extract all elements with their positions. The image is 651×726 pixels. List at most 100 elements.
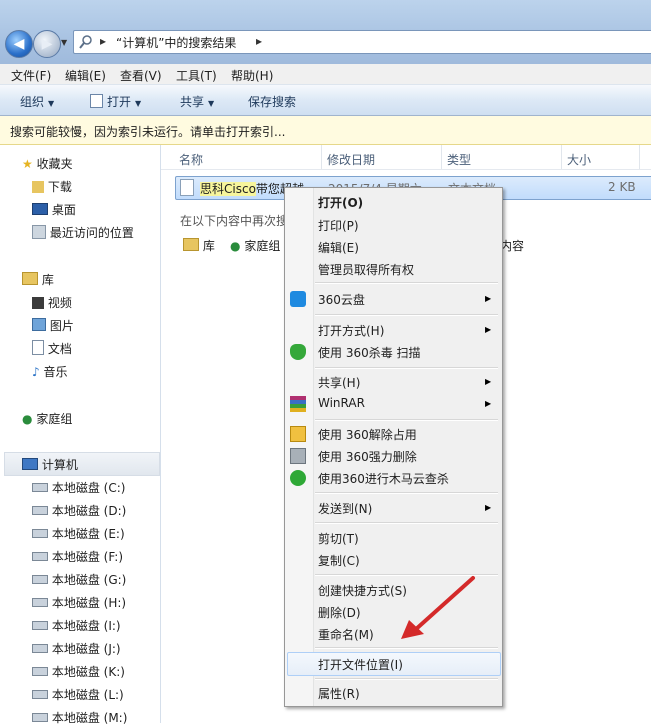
nav-libraries[interactable]: 库	[22, 271, 54, 288]
nav-recent-places[interactable]: 最近访问的位置	[32, 224, 134, 241]
drive-label: 本地磁盘 (I:)	[51, 619, 121, 633]
nav-drive-c[interactable]: 本地磁盘 (C:)	[32, 479, 125, 496]
ctx-delete[interactable]: 删除(D)	[318, 604, 361, 621]
ctx-360-shred[interactable]: 使用 360强力删除	[318, 448, 417, 465]
text-file-icon	[180, 179, 194, 196]
nav-videos[interactable]: 视频	[32, 294, 72, 311]
chevron-down-icon: ▼	[48, 99, 55, 108]
ctx-open-with[interactable]: 打开方式(H)	[318, 322, 384, 339]
ctx-360-unlock[interactable]: 使用 360解除占用	[318, 426, 417, 443]
column-divider[interactable]	[561, 145, 562, 169]
menu-help[interactable]: 帮助(H)	[231, 67, 273, 84]
drive-label: 本地磁盘 (L:)	[51, 688, 124, 702]
ctx-print[interactable]: 打印(P)	[318, 217, 359, 234]
menu-edit[interactable]: 编辑(E)	[65, 67, 106, 84]
nav-favorites[interactable]: ★ 收藏夹	[22, 155, 73, 172]
menu-bar: 文件(F) 编辑(E) 查看(V) 工具(T) 帮助(H)	[0, 64, 651, 85]
breadcrumb-arrow-icon[interactable]: ▸	[256, 34, 262, 48]
nav-documents-label: 文档	[47, 342, 72, 356]
file-name-highlight: 思科Cisco	[200, 182, 256, 196]
hard-drive-icon	[32, 529, 48, 538]
nav-desktop[interactable]: 桌面	[32, 201, 76, 218]
winrar-icon	[290, 396, 306, 412]
menu-file[interactable]: 文件(F)	[11, 67, 51, 84]
nav-documents[interactable]: 文档	[32, 340, 72, 357]
column-name[interactable]: 名称	[179, 151, 203, 168]
title-bar: ◀ ▶ ▼ ▸ “计算机”中的搜索结果 ▸	[0, 0, 651, 64]
chevron-down-icon: ▼	[135, 99, 142, 108]
open-button[interactable]: 打开 ▼	[90, 93, 141, 110]
nav-music[interactable]: ♪ 音乐	[32, 363, 68, 380]
hard-drive-icon	[32, 483, 48, 492]
menu-view[interactable]: 查看(V)	[120, 67, 162, 84]
ctx-take-ownership[interactable]: 管理员取得所有权	[318, 261, 414, 278]
column-divider[interactable]	[441, 145, 442, 169]
nav-pictures[interactable]: 图片	[32, 317, 74, 334]
nav-drive-f[interactable]: 本地磁盘 (F:)	[32, 548, 123, 565]
ctx-cut[interactable]: 剪切(T)	[318, 530, 359, 547]
ctx-open[interactable]: 打开(O)	[318, 194, 363, 211]
ctx-edit[interactable]: 编辑(E)	[318, 239, 359, 256]
hard-drive-icon	[32, 552, 48, 561]
drive-label: 本地磁盘 (H:)	[51, 596, 127, 610]
address-bar[interactable]: ▸ “计算机”中的搜索结果 ▸	[73, 30, 651, 54]
breadcrumb-arrow-icon[interactable]: ▸	[100, 34, 106, 48]
search-again-homegroup[interactable]: ● 家庭组	[230, 237, 280, 254]
nav-drive-i[interactable]: 本地磁盘 (I:)	[32, 617, 121, 634]
ctx-send-to[interactable]: 发送到(N)	[318, 500, 372, 517]
recent-pages-dropdown-icon[interactable]: ▼	[61, 38, 71, 48]
star-icon: ★	[22, 157, 33, 171]
column-type[interactable]: 类型	[447, 151, 471, 168]
ctx-360-trojan[interactable]: 使用360进行木马云查杀	[318, 470, 449, 487]
column-divider[interactable]	[321, 145, 322, 169]
search-again-library[interactable]: 库	[183, 237, 215, 254]
share-button[interactable]: 共享 ▼	[180, 93, 214, 110]
nav-favorites-label: 收藏夹	[36, 157, 73, 171]
search-again-content[interactable]: 内容	[500, 237, 524, 254]
menu-tools[interactable]: 工具(T)	[176, 67, 217, 84]
nav-drive-j[interactable]: 本地磁盘 (J:)	[32, 640, 121, 657]
ctx-360-scan[interactable]: 使用 360杀毒 扫描	[318, 344, 421, 361]
nav-drive-m[interactable]: 本地磁盘 (M:)	[32, 709, 127, 726]
trojan-scan-icon	[290, 470, 306, 486]
nav-drive-k[interactable]: 本地磁盘 (K:)	[32, 663, 125, 680]
nav-drive-d[interactable]: 本地磁盘 (D:)	[32, 502, 126, 519]
submenu-arrow-icon: ▶	[485, 377, 492, 386]
open-label: 打开	[107, 95, 132, 109]
hard-drive-icon	[32, 506, 48, 515]
nav-desktop-label: 桌面	[51, 203, 76, 217]
save-search-button[interactable]: 保存搜索	[248, 93, 296, 110]
nav-drive-l[interactable]: 本地磁盘 (L:)	[32, 686, 124, 703]
ctx-properties[interactable]: 属性(R)	[318, 685, 360, 702]
column-divider[interactable]	[639, 145, 640, 169]
nav-drive-h[interactable]: 本地磁盘 (H:)	[32, 594, 126, 611]
organize-label: 组织	[20, 95, 45, 109]
column-modified[interactable]: 修改日期	[327, 151, 375, 168]
index-info-bar[interactable]: 搜索可能较慢，因为索引未运行。请单击打开索引...	[0, 116, 651, 145]
ctx-open-file-location[interactable]: 打开文件位置(I)	[318, 656, 403, 673]
ctx-rename[interactable]: 重命名(M)	[318, 626, 374, 643]
organize-button[interactable]: 组织 ▼	[20, 93, 54, 110]
nav-drive-e[interactable]: 本地磁盘 (E:)	[32, 525, 125, 542]
drive-label: 本地磁盘 (G:)	[51, 573, 127, 587]
menu-separator	[315, 647, 498, 649]
shredder-icon	[290, 448, 306, 464]
music-note-icon: ♪	[32, 365, 40, 379]
back-button[interactable]: ◀	[5, 30, 33, 58]
drive-label: 本地磁盘 (D:)	[51, 504, 127, 518]
ctx-copy[interactable]: 复制(C)	[318, 552, 360, 569]
nav-homegroup[interactable]: ● 家庭组	[22, 410, 72, 427]
ctx-create-shortcut[interactable]: 创建快捷方式(S)	[318, 582, 407, 599]
homegroup-icon: ●	[22, 412, 33, 426]
forward-button[interactable]: ▶	[33, 30, 61, 58]
library-icon	[183, 238, 199, 251]
address-text[interactable]: “计算机”中的搜索结果	[116, 34, 236, 51]
ctx-winrar[interactable]: WinRAR	[318, 396, 365, 410]
nav-drive-g[interactable]: 本地磁盘 (G:)	[32, 571, 126, 588]
nav-computer[interactable]: 计算机	[22, 456, 78, 473]
ctx-share[interactable]: 共享(H)	[318, 374, 360, 391]
ctx-360-cloud[interactable]: 360云盘	[318, 291, 365, 308]
column-size[interactable]: 大小	[567, 151, 591, 168]
navigation-pane: ★ 收藏夹 下载 桌面 最近访问的位置 库 视频 图片 文档 ♪ 音乐 ● 家庭…	[0, 145, 161, 726]
nav-downloads[interactable]: 下载	[32, 178, 72, 195]
